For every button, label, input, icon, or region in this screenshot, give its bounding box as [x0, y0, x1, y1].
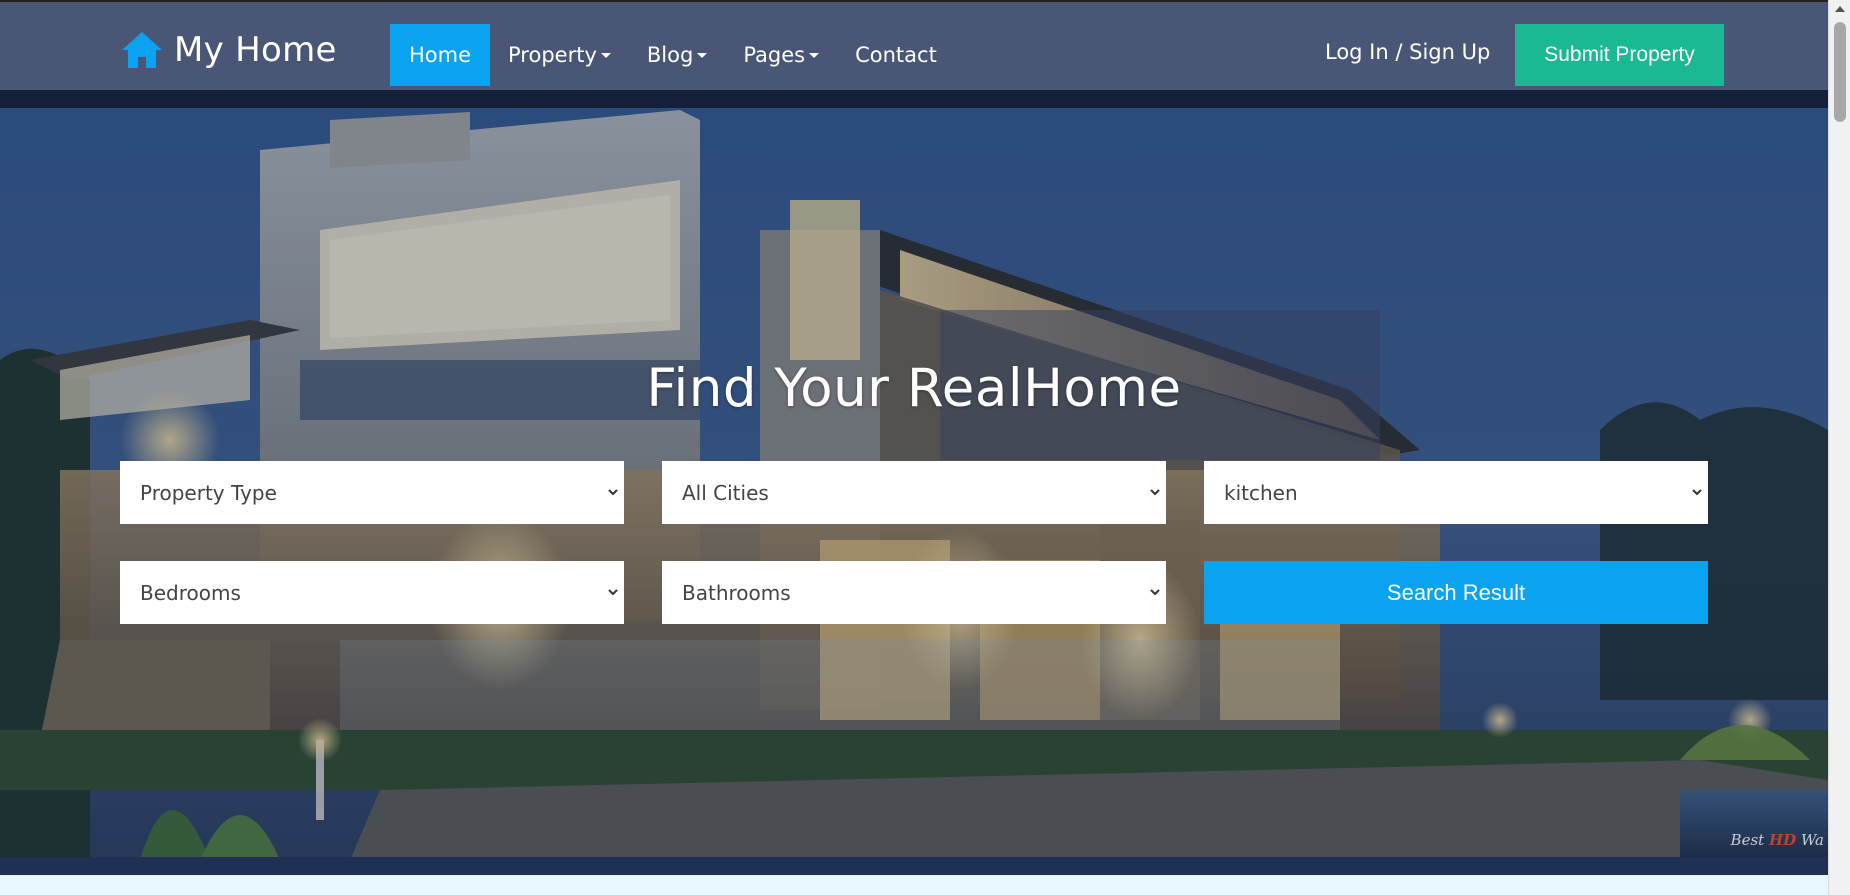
hero-section: Best HD Wa Find Your RealHome Property T… — [0, 0, 1828, 875]
hero-title: Find Your RealHome — [646, 358, 1182, 419]
nav-item-home[interactable]: Home — [390, 24, 491, 86]
page-scrollbar[interactable] — [1828, 0, 1850, 895]
chevron-down-icon — [1692, 489, 1702, 496]
nav-item-property[interactable]: Property — [490, 24, 629, 86]
watermark-text: Best — [1730, 831, 1765, 849]
chevron-down-icon — [1150, 489, 1160, 496]
caret-down-icon — [600, 52, 611, 58]
chevron-down-icon — [608, 589, 618, 596]
top-navbar: My Home Home Property Blog Pages Contact… — [0, 0, 1828, 90]
watermark-hd: HD — [1768, 831, 1797, 849]
main-nav: Home Property Blog Pages Contact — [390, 24, 955, 86]
property-type-select[interactable]: Property Type — [120, 461, 624, 524]
city-select[interactable]: All Cities — [662, 461, 1166, 524]
property-type-value: Property Type — [140, 480, 277, 505]
search-result-button[interactable]: Search Result — [1204, 561, 1708, 624]
brand-name: My Home — [174, 30, 337, 70]
bathrooms-select[interactable]: Bathrooms — [662, 561, 1166, 624]
nav-item-pages[interactable]: Pages — [725, 24, 837, 86]
nav-item-label: Blog — [646, 43, 694, 67]
hero-top-edge — [0, 90, 1828, 108]
keyword-value: kitchen — [1224, 480, 1298, 505]
submit-property-button[interactable]: Submit Property — [1515, 24, 1724, 86]
hero-bottom-edge — [0, 857, 1828, 875]
next-section-strip — [0, 875, 1828, 895]
chevron-down-icon — [1150, 589, 1160, 596]
caret-down-icon — [697, 52, 708, 58]
image-watermark: Best HD Wa — [1731, 831, 1824, 849]
nav-item-label: Contact — [855, 43, 937, 67]
page-viewport: Best HD Wa Find Your RealHome Property T… — [0, 0, 1828, 895]
hero-darken-overlay — [0, 0, 1828, 875]
nav-item-contact[interactable]: Contact — [837, 24, 955, 86]
keyword-select[interactable]: kitchen — [1204, 461, 1708, 524]
brand-logo-link[interactable]: My Home — [120, 30, 337, 70]
login-signup-link[interactable]: Log In / Sign Up — [1325, 40, 1490, 64]
watermark-tail: Wa — [1800, 831, 1824, 849]
bedrooms-select[interactable]: Bedrooms — [120, 561, 624, 624]
bedrooms-value: Bedrooms — [140, 580, 241, 605]
scrollbar-thumb[interactable] — [1834, 22, 1846, 122]
scroll-up-arrow-icon[interactable] — [1835, 6, 1845, 12]
caret-down-icon — [809, 52, 820, 58]
nav-item-label: Pages — [743, 43, 806, 67]
nav-item-label: Property — [508, 43, 597, 67]
home-icon — [122, 32, 162, 68]
bathrooms-value: Bathrooms — [682, 580, 791, 605]
nav-item-label: Home — [409, 43, 472, 67]
city-value: All Cities — [682, 480, 769, 505]
nav-item-blog[interactable]: Blog — [629, 24, 725, 86]
chevron-down-icon — [608, 489, 618, 496]
